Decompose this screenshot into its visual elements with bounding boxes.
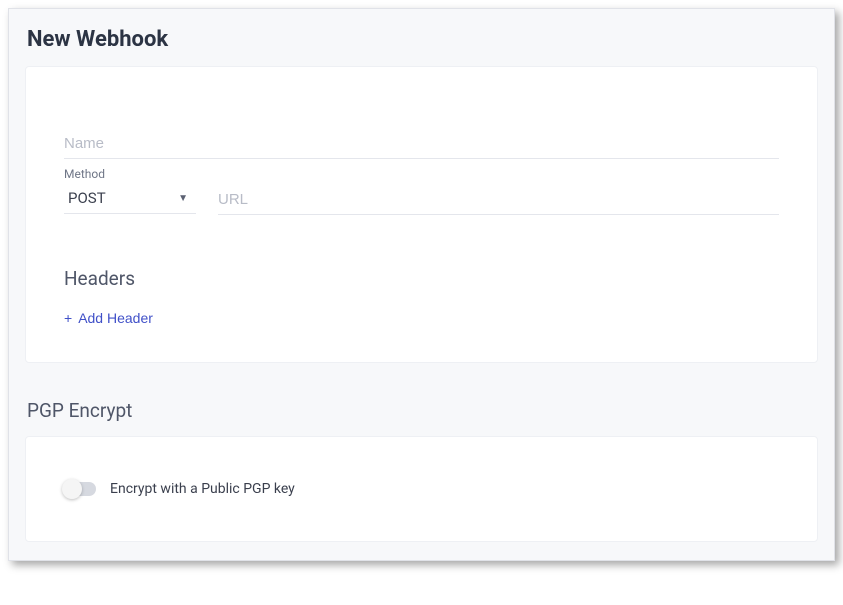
pgp-toggle[interactable] bbox=[64, 482, 96, 496]
chevron-down-icon: ▼ bbox=[178, 193, 188, 204]
webhook-form-container: New Webhook Method POST ▼ bbox=[8, 8, 835, 561]
headers-title: Headers bbox=[64, 267, 779, 290]
method-value: POST bbox=[68, 189, 106, 207]
webhook-details-card: Method POST ▼ Headers + Add Header bbox=[25, 66, 818, 363]
toggle-knob bbox=[62, 479, 82, 499]
url-input[interactable] bbox=[218, 183, 779, 215]
url-field-wrapper bbox=[218, 183, 779, 215]
pgp-toggle-label: Encrypt with a Public PGP key bbox=[110, 481, 295, 497]
add-header-button[interactable]: + Add Header bbox=[64, 308, 153, 328]
name-field-wrapper bbox=[64, 127, 779, 159]
method-select[interactable]: POST ▼ bbox=[64, 183, 196, 214]
pgp-section-title: PGP Encrypt bbox=[9, 381, 834, 436]
method-label: Method bbox=[64, 167, 105, 181]
page-title: New Webhook bbox=[9, 9, 834, 66]
add-header-label: Add Header bbox=[78, 310, 153, 326]
plus-icon: + bbox=[64, 311, 72, 325]
pgp-encrypt-card: Encrypt with a Public PGP key bbox=[25, 436, 818, 542]
method-field-wrapper: Method POST ▼ bbox=[64, 183, 196, 215]
name-input[interactable] bbox=[64, 127, 779, 159]
